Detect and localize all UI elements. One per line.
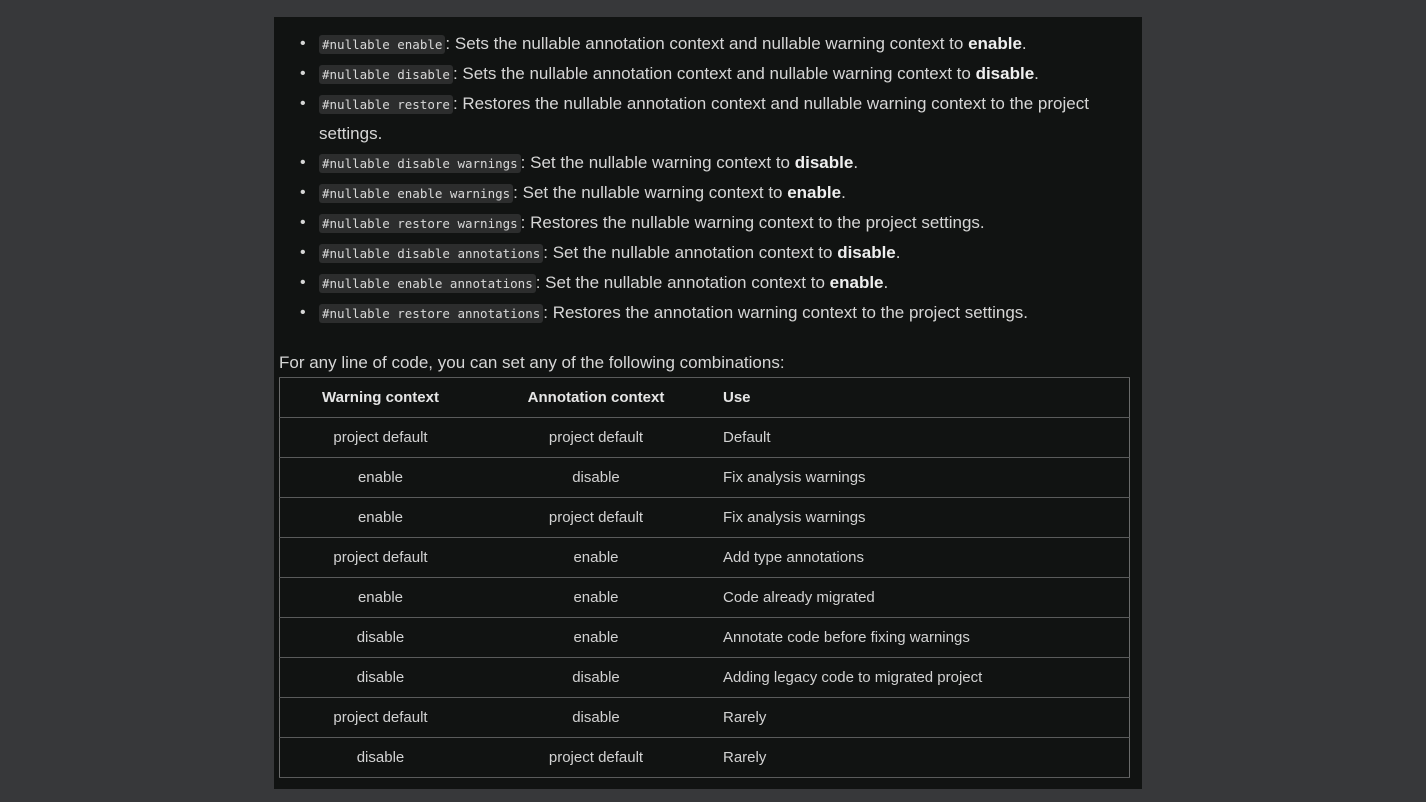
code-span: #nullable enable warnings — [319, 184, 514, 203]
cell-warning: project default — [279, 537, 481, 578]
item-suffix: . — [895, 243, 901, 262]
table-row: enable project default Fix analysis warn… — [279, 497, 1130, 538]
item-bold: disable — [837, 243, 896, 262]
table-row: project default enable Add type annotati… — [279, 537, 1130, 578]
table-row: enable disable Fix analysis warnings — [279, 457, 1130, 498]
code-span: #nullable disable annotations — [319, 244, 544, 263]
cell-warning: enable — [279, 497, 481, 538]
cell-annotation: project default — [481, 417, 711, 458]
item-text: : Restores the annotation warning contex… — [543, 303, 1029, 322]
item-text: : Set the nullable warning context to — [520, 153, 795, 172]
header-annotation-context: Annotation context — [481, 377, 711, 418]
directive-list: • #nullable enable: Sets the nullable ann… — [274, 29, 1142, 328]
cell-use: Fix analysis warnings — [711, 457, 1130, 498]
cell-use: Fix analysis warnings — [711, 497, 1130, 538]
cell-warning: disable — [279, 737, 481, 778]
item-text: : Sets the nullable annotation context a… — [452, 64, 976, 83]
cell-use: Rarely — [711, 737, 1130, 778]
cell-annotation: enable — [481, 617, 711, 658]
bullet-icon: • — [300, 304, 306, 321]
bullet-icon: • — [300, 95, 306, 112]
code-span: #nullable restore warnings — [319, 214, 521, 233]
item-bold: enable — [829, 273, 884, 292]
code-span: #nullable disable — [319, 65, 453, 84]
item-bold: disable — [794, 153, 854, 172]
bullet-icon: • — [300, 274, 306, 291]
item-suffix: . — [1021, 34, 1027, 53]
cell-use: Adding legacy code to migrated project — [711, 657, 1130, 698]
item-text: : Set the nullable annotation context to — [543, 243, 838, 262]
table-row: disable project default Rarely — [279, 737, 1130, 778]
cell-use: Default — [711, 417, 1130, 458]
document-page: • #nullable enable: Sets the nullable ann… — [274, 17, 1142, 789]
bullet-icon: • — [300, 214, 306, 231]
cell-warning: enable — [279, 577, 481, 618]
cell-annotation: enable — [481, 537, 711, 578]
intro-paragraph: For any line of code, you can set any of… — [279, 353, 785, 372]
code-span: #nullable disable warnings — [319, 154, 521, 173]
code-span: #nullable restore annotations — [319, 304, 544, 323]
bullet-icon: • — [300, 35, 306, 52]
table-row: disable enable Annotate code before fixi… — [279, 617, 1130, 658]
cell-warning: project default — [279, 417, 481, 458]
cell-annotation: enable — [481, 577, 711, 618]
cell-use: Annotate code before fixing warnings — [711, 617, 1130, 658]
list-item: • #nullable disable: Sets the nullable an… — [274, 59, 1142, 89]
cell-warning: disable — [279, 657, 481, 698]
cell-use: Add type annotations — [711, 537, 1130, 578]
item-text: : Restores the nullable warning context … — [520, 213, 985, 232]
cell-annotation: disable — [481, 657, 711, 698]
item-text: : Set the nullable warning context to — [513, 183, 788, 202]
code-span: #nullable restore — [319, 95, 453, 114]
list-item: • #nullable restore annotations: Restores… — [274, 298, 1142, 328]
list-item: • #nullable enable annotations: Set the n… — [274, 268, 1142, 298]
header-use: Use — [711, 377, 1130, 418]
cell-annotation: project default — [481, 497, 711, 538]
list-item: • #nullable restore: Restores the nullabl… — [274, 89, 1142, 148]
cell-warning: enable — [279, 457, 481, 498]
cell-warning: disable — [279, 617, 481, 658]
cell-use: Rarely — [711, 697, 1130, 738]
list-item: • #nullable disable annotations: Set the … — [274, 238, 1142, 268]
code-span: #nullable enable — [319, 35, 446, 54]
bullet-icon: • — [300, 154, 306, 171]
bullet-icon: • — [300, 244, 306, 261]
cell-annotation: disable — [481, 697, 711, 738]
item-suffix: . — [841, 183, 846, 202]
item-suffix: . — [883, 273, 889, 292]
list-item: • #nullable restore warnings: Restores th… — [274, 208, 1142, 238]
cell-use: Code already migrated — [711, 577, 1130, 618]
list-item: • #nullable enable: Sets the nullable ann… — [274, 29, 1142, 59]
item-text: : Sets the nullable annotation context a… — [445, 34, 969, 53]
item-bold: disable — [975, 64, 1035, 83]
item-suffix: . — [853, 153, 859, 172]
item-bold: enable — [968, 34, 1022, 53]
code-span: #nullable enable annotations — [319, 274, 536, 293]
table-row: enable enable Code already migrated — [279, 577, 1130, 618]
bullet-icon: • — [300, 184, 306, 201]
cell-annotation: project default — [481, 737, 711, 778]
item-suffix: . — [1034, 64, 1039, 83]
table-row: project default project default Default — [279, 417, 1130, 458]
list-item: • #nullable disable warnings: Set the nul… — [274, 148, 1142, 178]
item-bold: enable — [787, 183, 842, 202]
table-row: disable disable Adding legacy code to mi… — [279, 657, 1130, 698]
bullet-icon: • — [300, 65, 306, 82]
table-row: project default disable Rarely — [279, 697, 1130, 738]
cell-annotation: disable — [481, 457, 711, 498]
combinations-table: Warning context Annotation context Use p… — [279, 377, 1130, 778]
table-header-row: Warning context Annotation context Use — [279, 377, 1130, 418]
cell-warning: project default — [279, 697, 481, 738]
item-text: : Set the nullable annotation context to — [535, 273, 830, 292]
list-item: • #nullable enable warnings: Set the null… — [274, 178, 1142, 208]
header-warning-context: Warning context — [279, 377, 481, 418]
